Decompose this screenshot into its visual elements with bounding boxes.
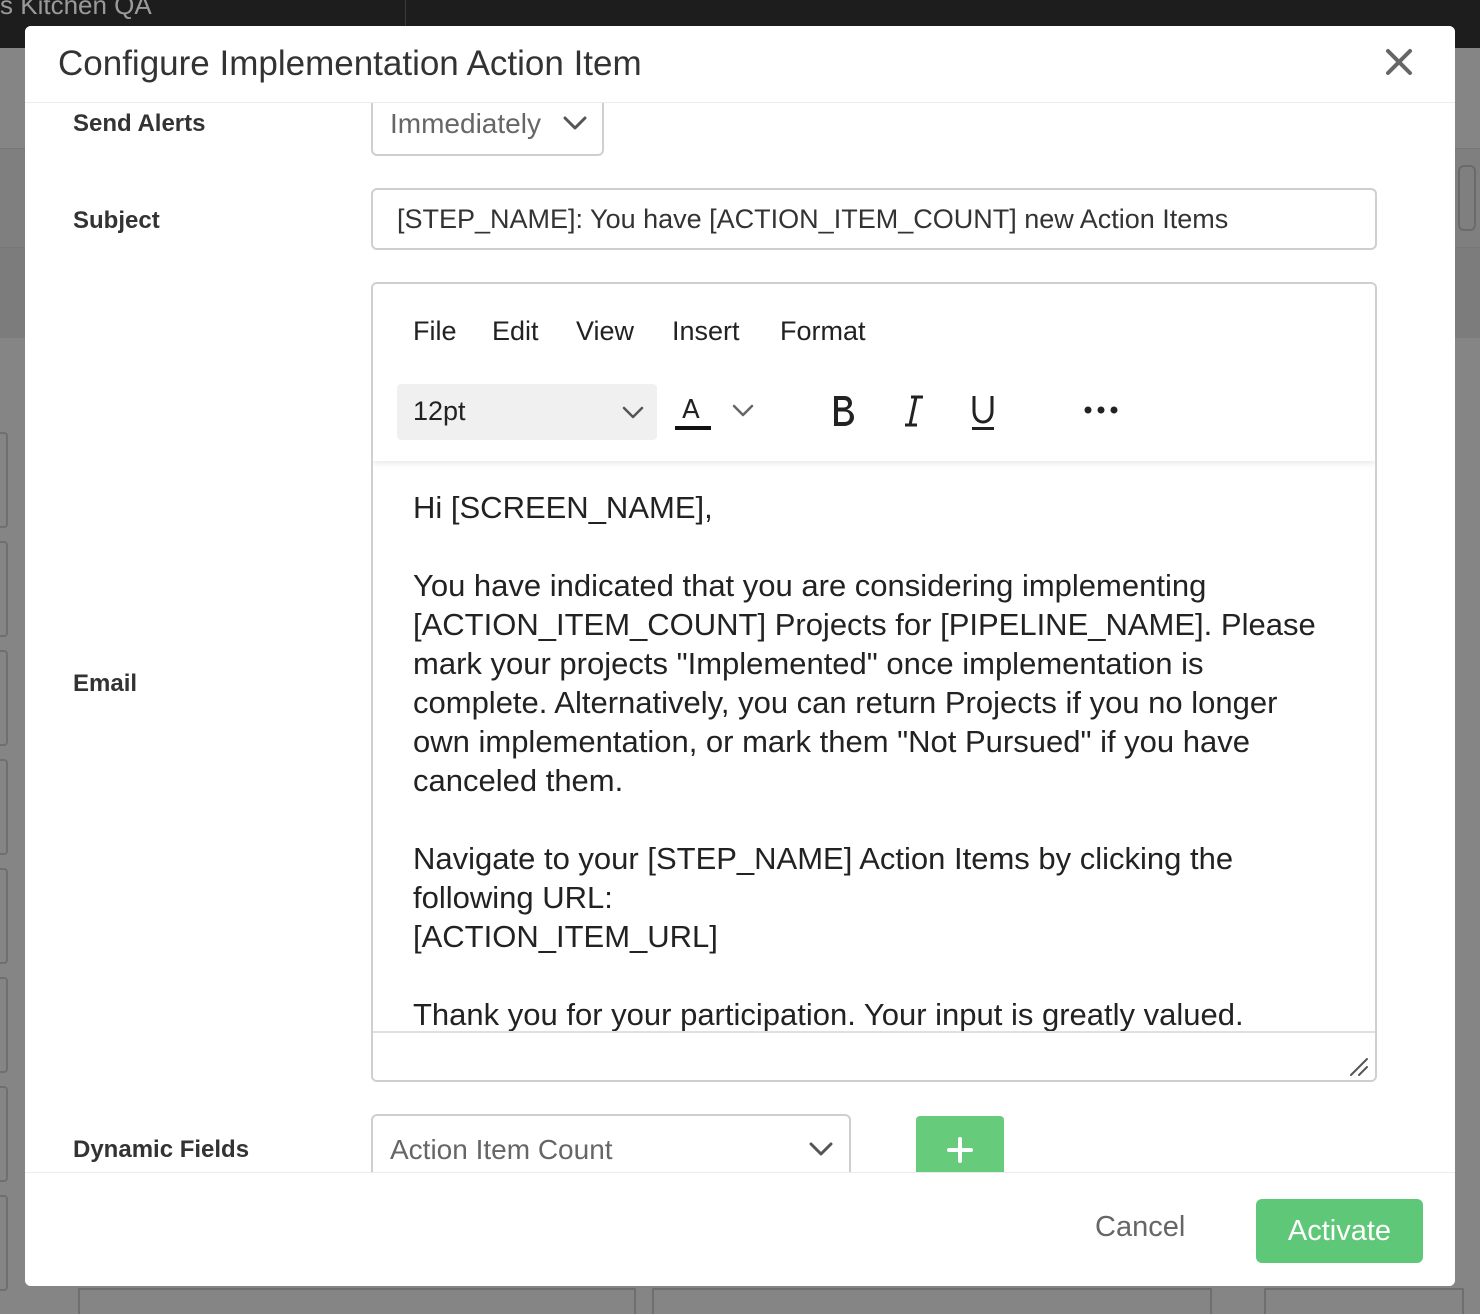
- activate-button[interactable]: Activate: [1256, 1199, 1423, 1263]
- font-size-select[interactable]: 12pt: [397, 384, 657, 440]
- plus-icon: [947, 1137, 973, 1163]
- email-greeting: Hi [SCREEN_NAME],: [413, 490, 713, 525]
- dynamic-fields-label: Dynamic Fields: [73, 1136, 250, 1163]
- close-button[interactable]: [1383, 46, 1415, 78]
- background-card: [0, 1086, 8, 1182]
- modal-title: Configure Implementation Action Item: [58, 44, 642, 83]
- modal-footer: Cancel Activate: [25, 1172, 1455, 1286]
- chevron-down-icon: [563, 116, 587, 130]
- email-label: Email: [73, 670, 138, 697]
- editor-status-bar: [373, 1031, 1375, 1080]
- font-size-value: 12pt: [413, 396, 466, 426]
- send-alerts-label: Send Alerts: [73, 110, 206, 137]
- dynamic-fields-value: Action Item Count: [390, 1134, 613, 1165]
- bold-button[interactable]: [828, 392, 858, 430]
- underline-button[interactable]: [969, 392, 997, 432]
- background-card: [652, 1288, 1212, 1314]
- chevron-down-icon: [809, 1142, 833, 1156]
- chevron-down-icon: [622, 406, 644, 419]
- background-card: [0, 759, 8, 855]
- background-card: [0, 868, 8, 964]
- text-color-button[interactable]: A: [673, 392, 763, 436]
- background-card: [0, 650, 8, 746]
- email-editor: File Edit View Insert Format 12pt A Hi […: [371, 282, 1377, 1082]
- cancel-button[interactable]: Cancel: [1095, 1211, 1185, 1244]
- email-paragraph: Navigate to your [STEP_NAME] Action Item…: [413, 841, 1234, 915]
- modal-header: Configure Implementation Action Item: [25, 26, 1455, 103]
- menu-format[interactable]: Format: [780, 316, 866, 347]
- bold-icon: [834, 396, 854, 426]
- menu-view[interactable]: View: [576, 316, 634, 347]
- text-color-icon: A: [675, 395, 754, 430]
- email-url-placeholder: [ACTION_ITEM_URL]: [413, 919, 718, 954]
- subject-input[interactable]: [371, 188, 1377, 250]
- email-paragraph: You have indicated that you are consider…: [413, 568, 1316, 798]
- italic-icon: [905, 395, 923, 427]
- more-icon: [1084, 406, 1118, 414]
- email-body-editor[interactable]: Hi [SCREEN_NAME], You have indicated tha…: [373, 461, 1375, 1031]
- menu-insert[interactable]: Insert: [672, 316, 740, 347]
- editor-toolbar: File Edit View Insert Format 12pt A: [373, 284, 1375, 461]
- more-button[interactable]: [1083, 400, 1119, 420]
- email-closing: Thank you for your participation. Your i…: [413, 997, 1244, 1031]
- background-card: [1458, 165, 1476, 231]
- background-card: [0, 541, 8, 637]
- italic-button[interactable]: [901, 392, 927, 430]
- configure-action-item-modal: Configure Implementation Action Item Sen…: [25, 26, 1455, 1286]
- resize-handle-icon[interactable]: [1349, 1057, 1369, 1077]
- underline-icon: [972, 396, 994, 430]
- close-icon: [1386, 49, 1412, 75]
- background-card: [0, 977, 8, 1073]
- svg-text:A: A: [682, 395, 700, 425]
- background-card: [1264, 1288, 1464, 1314]
- send-alerts-value: Immediately: [390, 108, 541, 139]
- menu-file[interactable]: File: [413, 316, 457, 347]
- background-card: [0, 1195, 8, 1291]
- background-card: [78, 1288, 636, 1314]
- menu-edit[interactable]: Edit: [492, 316, 539, 347]
- background-card: [0, 432, 8, 528]
- background-app-title: s Kitchen QA: [0, 0, 152, 20]
- subject-label: Subject: [73, 207, 160, 234]
